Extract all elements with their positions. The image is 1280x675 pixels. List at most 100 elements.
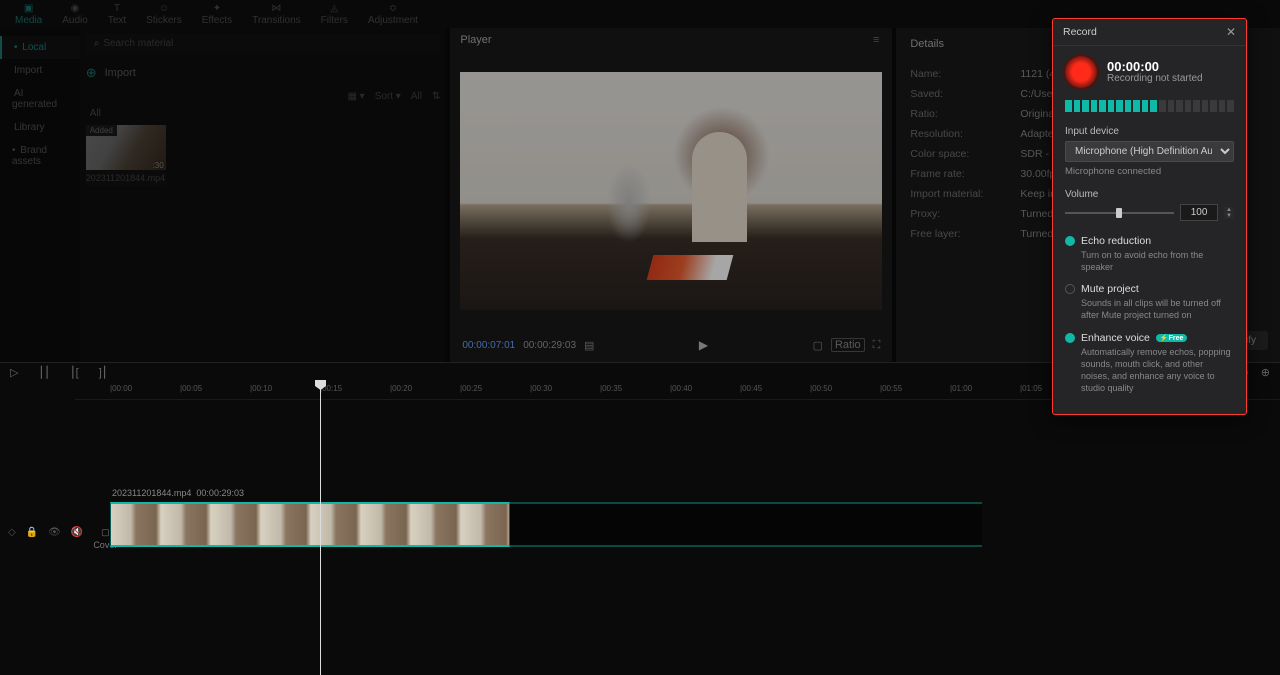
ruler-tick: |00:25 [460,384,482,393]
ruler-tick: |00:30 [530,384,552,393]
echo-title: Echo reduction [1081,235,1151,247]
ruler-tick: |00:00 [110,384,132,393]
category-all: All [90,108,441,119]
mute-desc: Sounds in all clips will be turned off a… [1081,297,1234,321]
audio-icon: ◉ [68,3,82,15]
ratio-button[interactable]: Ratio [831,338,865,352]
ruler-tick: |00:20 [390,384,412,393]
volume-slider[interactable] [1065,212,1174,214]
select-tool-icon[interactable]: ▷ [10,366,18,379]
detail-label: Name: [910,68,1020,80]
volume-down-icon[interactable]: ▼ [1224,213,1234,219]
thumbnail-name: 202311201844.mp4 [86,170,166,186]
ruler-tick: |01:00 [950,384,972,393]
detail-label: Ratio: [910,108,1020,120]
input-device-label: Input device [1065,126,1234,137]
ruler-tick: |01:05 [1020,384,1042,393]
import-plus-icon[interactable]: ⊕ [86,65,97,81]
mute-title: Mute project [1081,283,1139,295]
tab-filters[interactable]: ◬Filters [311,1,358,28]
media-panel: ⌕ ⊕ Import ▦ ▾ Sort ▾ All ⇅ All Added :3… [80,28,447,362]
stickers-icon: ☺ [157,3,171,15]
transitions-icon: ⋈ [269,3,283,15]
level-meter [1065,100,1234,112]
trim-left-icon[interactable]: ⎮[ [70,366,79,379]
clip-opt-icon[interactable]: ◇ [8,527,16,675]
eye-icon[interactable]: 👁 [48,527,61,675]
compare-icon[interactable]: ▤ [584,339,594,352]
filter-icon[interactable]: ⇅ [432,91,440,102]
clip-thumbs [110,502,510,547]
echo-desc: Turn on to avoid echo from the speaker [1081,249,1234,273]
echo-checkbox[interactable] [1065,236,1075,246]
clip-label: 202311201844.mp4 00:00:29:03 [112,488,244,498]
media-icon: ▣ [22,3,36,15]
search-input[interactable] [103,38,432,49]
timeline-tracks[interactable]: |00:00|00:05|00:10|00:15|00:20|00:25|00:… [75,382,1280,675]
fullscreen-icon[interactable]: ⛶ [873,339,881,352]
close-icon[interactable]: ✕ [1226,25,1236,39]
ruler-tick: |00:35 [600,384,622,393]
sidebar-item-ai[interactable]: AI generated [0,82,80,116]
record-title: Record [1063,26,1097,38]
time-current: 00:00:07:01 [462,340,515,351]
detail-label: Saved: [910,88,1020,100]
sidebar-item-library[interactable]: Library [0,116,80,139]
empty-track[interactable] [510,502,982,547]
detail-label: Resolution: [910,128,1020,140]
ruler-tick: |00:55 [880,384,902,393]
tab-adjustment[interactable]: ≎Adjustment [358,1,428,28]
record-button[interactable] [1065,56,1097,88]
ruler-tick: |00:50 [810,384,832,393]
sort-btn[interactable]: Sort ▾ [375,91,401,102]
tab-stickers[interactable]: ☺Stickers [136,1,192,28]
video-clip[interactable]: 202311201844.mp4 00:00:29:03 [110,502,510,547]
split-tool-icon[interactable]: ⎮⎮ [38,366,49,379]
tab-text[interactable]: TText [98,1,136,28]
detail-label: Proxy: [910,208,1020,220]
preview-image[interactable] [460,72,882,310]
added-badge: Added [86,125,117,136]
search-bar[interactable]: ⌕ [86,34,441,53]
tab-audio[interactable]: ◉Audio [52,1,98,28]
effects-icon: ✦ [210,3,224,15]
player-menu-icon[interactable]: ≡ [873,34,882,46]
filters-icon: ◬ [327,3,341,15]
enhance-checkbox[interactable] [1065,333,1075,343]
detail-label: Frame rate: [910,168,1020,180]
tab-media[interactable]: ▣Media [5,1,52,28]
sidebar-item-import[interactable]: Import [0,59,80,82]
left-sidebar: Local Import AI generated Library Brand … [0,28,80,362]
lock-icon[interactable]: 🔒 [26,527,38,675]
playhead[interactable] [320,382,321,675]
ruler-tick: |00:45 [740,384,762,393]
ruler-tick: |00:05 [180,384,202,393]
volume-label: Volume [1065,189,1234,200]
player-panel: Player ≡ 00:00:07:01 00:00:29:03 ▤ ▶ ▢ R… [450,28,892,362]
timeline-left-controls: ◇ 🔒 👁 🔇 ▢Cover [0,382,75,675]
volume-input[interactable] [1180,204,1218,221]
play-button[interactable]: ▶ [699,338,708,352]
trim-right-icon[interactable]: ]⎮ [99,366,108,379]
detail-label: Free layer: [910,228,1020,240]
timeline-area[interactable]: ◇ 🔒 👁 🔇 ▢Cover |00:00|00:05|00:10|00:15|… [0,382,1280,675]
detail-label: Import material: [910,188,1020,200]
mute-checkbox[interactable] [1065,284,1075,294]
detail-label: Color space: [910,148,1020,160]
input-device-select[interactable]: Microphone (High Definition Au... [1065,141,1234,162]
view-grid-icon[interactable]: ▦ ▾ [347,91,364,102]
media-thumbnail[interactable]: Added :30 202311201844.mp4 [86,125,166,186]
filter-all-btn[interactable]: All [411,91,422,102]
tab-transitions[interactable]: ⋈Transitions [242,1,311,28]
text-icon: T [110,3,124,15]
import-label[interactable]: Import [105,67,136,79]
player-title: Player [460,34,491,46]
enhance-desc: Automatically remove echos, popping soun… [1081,346,1234,395]
sidebar-item-local[interactable]: Local [0,36,80,59]
ruler-tick: |00:40 [670,384,692,393]
zoom-in-icon[interactable]: ⊕ [1261,366,1270,379]
sidebar-item-brand[interactable]: Brand assets [0,139,80,173]
tab-effects[interactable]: ✦Effects [192,1,242,28]
crop-icon[interactable]: ▢ [813,339,823,352]
ruler-tick: |00:10 [250,384,272,393]
